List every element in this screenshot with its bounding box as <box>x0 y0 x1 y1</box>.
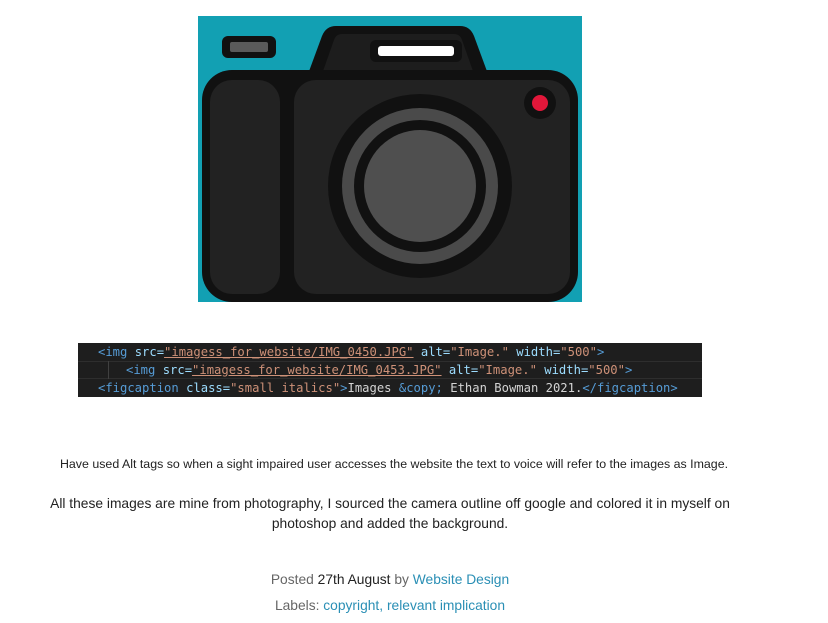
post-paragraph-2: All these images are mine from photograp… <box>50 496 730 531</box>
labels-prefix: Labels: <box>274 598 324 613</box>
camera-icon <box>198 16 582 302</box>
code-attr: class= <box>186 381 231 395</box>
code-attr: alt= <box>413 345 451 359</box>
code-string: "Image." <box>478 363 537 377</box>
posted-by: by <box>390 572 413 587</box>
code-tag: > <box>596 345 605 359</box>
code-attr: width= <box>508 345 561 359</box>
code-tag: > <box>340 381 348 395</box>
label-link-copyright[interactable]: copyright <box>323 598 379 613</box>
code-tag: <img <box>98 345 135 359</box>
camera-image <box>198 16 582 302</box>
code-line-3: <figcaption class="small italics">Images… <box>98 379 678 397</box>
code-attr: src= <box>134 345 165 359</box>
posted-prefix: Posted <box>270 572 318 587</box>
code-line-1: <img src="imagess_for_website/IMG_0450.J… <box>98 343 604 361</box>
code-string: "small italics" <box>230 381 341 395</box>
code-attr: src= <box>162 363 193 377</box>
code-line-2: <img src="imagess_for_website/IMG_0453.J… <box>126 361 632 379</box>
author-link[interactable]: Website Design <box>413 572 509 587</box>
code-string: "imagess_for_website/IMG_0453.JPG" <box>192 363 442 377</box>
code-string: "Image." <box>450 345 509 359</box>
code-attr: alt= <box>441 363 479 377</box>
label-link-relevant-implication[interactable]: relevant implication <box>387 598 505 613</box>
code-tag: <figcaption <box>98 381 187 395</box>
post-footer-labels: Labels: copyright, relevant implication <box>0 598 780 613</box>
code-text: Ethan Bowman 2021. <box>442 381 583 395</box>
code-screenshot: <img src="imagess_for_website/IMG_0450.J… <box>78 343 702 397</box>
code-string: "500" <box>560 345 597 359</box>
code-entity: &copy; <box>398 381 443 395</box>
code-attr: width= <box>536 363 589 377</box>
post-paragraph-1: Have used Alt tags so when a sight impai… <box>59 457 729 471</box>
posted-date: 27th August <box>317 572 391 587</box>
code-string: "imagess_for_website/IMG_0450.JPG" <box>164 345 414 359</box>
code-text: Images <box>347 381 399 395</box>
post-footer-posted: Posted 27th August by Website Design <box>0 572 780 587</box>
code-tag: > <box>624 363 633 377</box>
code-string: "500" <box>588 363 625 377</box>
code-tag: </figcaption> <box>582 381 678 395</box>
indent-guide <box>108 361 109 379</box>
code-tag: <img <box>126 363 163 377</box>
label-separator: , <box>379 598 387 613</box>
